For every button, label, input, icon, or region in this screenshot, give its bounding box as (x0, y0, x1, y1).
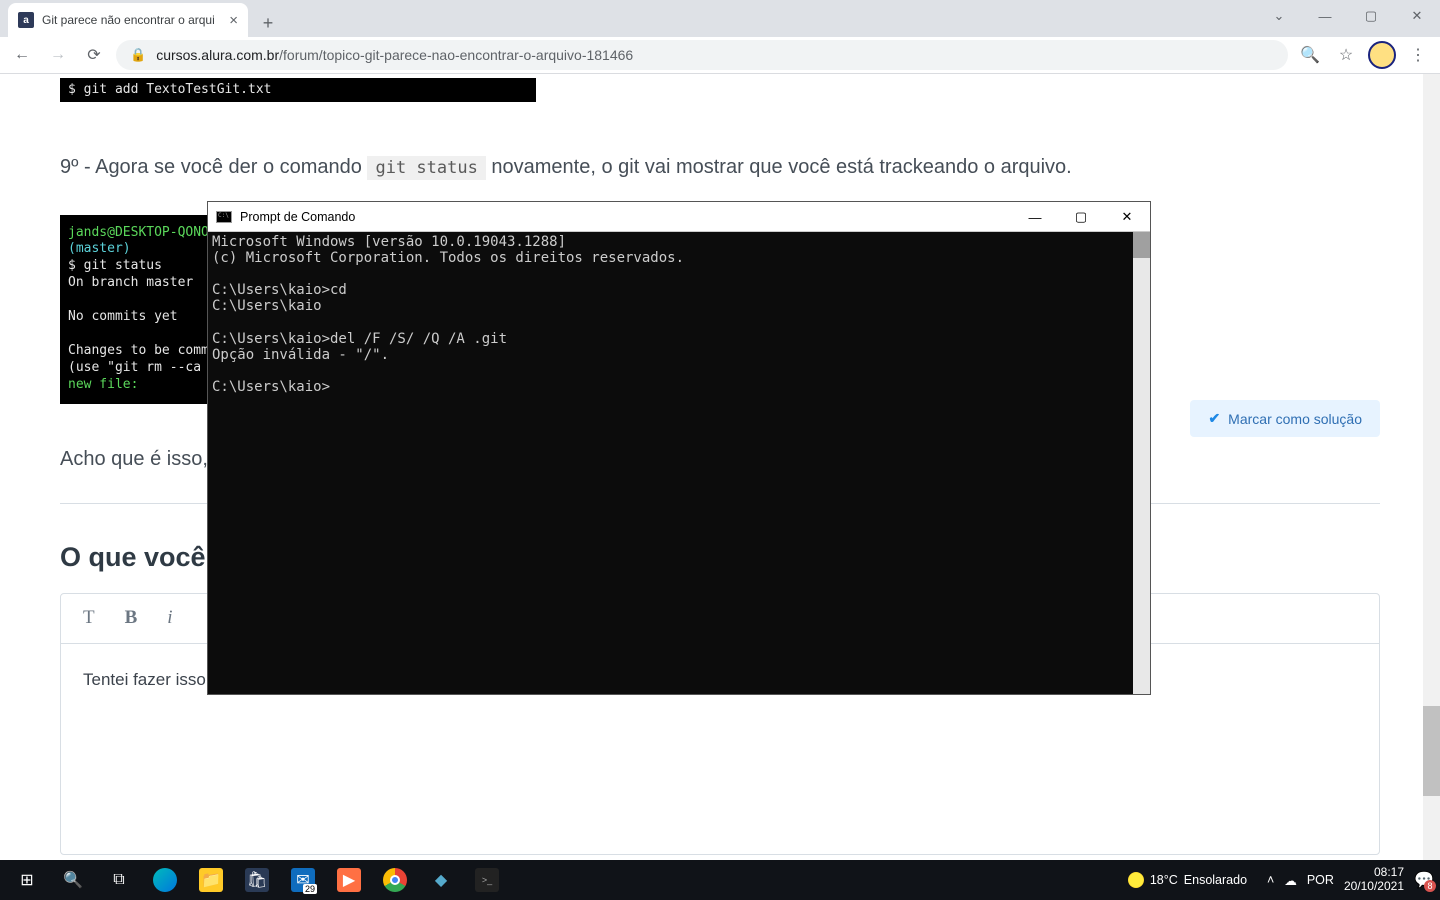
mark-solution-button[interactable]: ✔ Marcar como solução (1190, 400, 1380, 437)
task-view-button[interactable]: ⧉ (96, 860, 142, 900)
sun-icon (1128, 872, 1144, 888)
format-text-button[interactable]: T (83, 607, 95, 629)
format-italic-button[interactable]: i (167, 607, 172, 629)
mail-icon[interactable]: ✉29 (280, 860, 326, 900)
chrome-icon[interactable] (372, 860, 418, 900)
cmd-title-text: Prompt de Comando (240, 210, 355, 224)
terminal-taskbar-icon[interactable]: >_ (464, 860, 510, 900)
cmd-app-icon (216, 211, 232, 223)
clock-time: 08:17 (1344, 866, 1404, 880)
start-button[interactable]: ⊞ (4, 860, 50, 900)
step-9-text: 9º - Agora se você der o comando git sta… (60, 156, 1380, 179)
page-scrollbar-track[interactable] (1423, 74, 1440, 860)
weather-widget[interactable]: 18°C Ensolarado (1128, 872, 1257, 888)
step-9-post: novamente, o git vai mostrar que você es… (486, 156, 1072, 178)
format-bold-button[interactable]: B (125, 607, 138, 629)
windows-taskbar[interactable]: ⊞ 🔍 ⧉ 📁 🛍 ✉29 ▶ ◆ >_ 18°C Ensolarado ˄ ☁… (0, 860, 1440, 900)
mark-solution-label: Marcar como solução (1228, 411, 1362, 427)
store-icon[interactable]: 🛍 (234, 860, 280, 900)
clock[interactable]: 08:17 20/10/2021 (1344, 866, 1412, 894)
cmd-titlebar[interactable]: Prompt de Comando — ▢ ✕ (208, 202, 1150, 232)
terminal-snippet-git-add: $ git add TextoTestGit.txt (60, 78, 536, 102)
language-indicator[interactable]: POR (1307, 873, 1334, 887)
onedrive-icon[interactable]: ☁ (1284, 873, 1297, 888)
movies-icon[interactable]: ▶ (326, 860, 372, 900)
reload-button[interactable]: ⟳ (80, 41, 108, 69)
profile-avatar[interactable] (1368, 41, 1396, 69)
search-button[interactable]: 🔍 (50, 860, 96, 900)
inline-code-git-status: git status (367, 156, 485, 180)
cmd-close-icon[interactable]: ✕ (1104, 202, 1150, 232)
window-close-icon[interactable]: ✕ (1394, 0, 1440, 32)
cmd-minimize-icon[interactable]: — (1012, 202, 1058, 232)
bookmark-star-icon[interactable]: ☆ (1332, 41, 1360, 69)
weather-condition: Ensolarado (1184, 873, 1247, 887)
tray-chevron-up-icon[interactable]: ˄ (1267, 873, 1274, 887)
url-path: /forum/topico-git-parece-nao-encontrar-o… (279, 47, 633, 63)
tab-title: Git parece não encontrar o arqui (42, 13, 221, 27)
address-bar[interactable]: 🔒 cursos.alura.com.br/forum/topico-git-p… (116, 40, 1288, 70)
back-button[interactable]: ← (8, 41, 36, 69)
cmd-scrollbar-track[interactable] (1133, 232, 1150, 694)
page-scrollbar-thumb[interactable] (1423, 706, 1440, 796)
cmd-output[interactable]: Microsoft Windows [versão 10.0.19043.128… (208, 232, 1150, 397)
window-maximize-icon[interactable]: ▢ (1348, 0, 1394, 32)
cmd-maximize-icon[interactable]: ▢ (1058, 202, 1104, 232)
window-minimize-icon[interactable]: — (1302, 0, 1348, 32)
forward-button: → (44, 41, 72, 69)
file-explorer-icon[interactable]: 📁 (188, 860, 234, 900)
notification-center-icon[interactable]: 💬 8 (1412, 868, 1436, 892)
browser-tab[interactable]: a Git parece não encontrar o arqui × (8, 3, 248, 37)
tab-search-caret-icon[interactable]: ⌄ (1256, 0, 1302, 32)
chrome-menu-icon[interactable]: ⋮ (1404, 41, 1432, 69)
url-host: cursos.alura.com.br (156, 47, 279, 63)
tab-favicon: a (18, 12, 34, 28)
zoom-icon[interactable]: 🔍 (1296, 41, 1324, 69)
weather-temp: 18°C (1150, 873, 1178, 887)
system-tray[interactable]: ˄ ☁ POR (1257, 873, 1344, 888)
lock-icon: 🔒 (130, 47, 146, 63)
step-9-pre: 9º - Agora se você der o comando (60, 156, 367, 178)
notification-badge: 8 (1424, 880, 1436, 892)
clock-date: 20/10/2021 (1344, 880, 1404, 894)
edge-icon[interactable] (142, 860, 188, 900)
tab-close-icon[interactable]: × (229, 12, 238, 29)
cmd-scrollbar-thumb[interactable] (1133, 232, 1150, 258)
check-icon: ✔ (1208, 410, 1220, 427)
command-prompt-window[interactable]: Prompt de Comando — ▢ ✕ Microsoft Window… (207, 201, 1151, 695)
vscode-icon[interactable]: ◆ (418, 860, 464, 900)
new-tab-button[interactable]: + (254, 9, 282, 37)
